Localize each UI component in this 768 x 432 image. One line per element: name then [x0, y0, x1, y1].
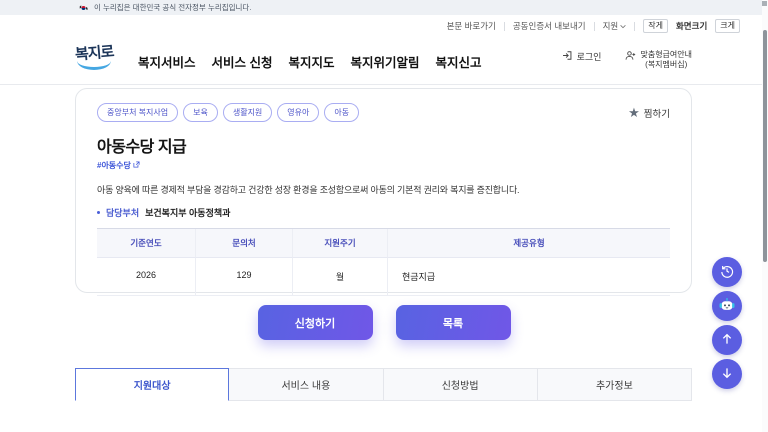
nav-item-service-apply[interactable]: 서비스 신청	[212, 52, 273, 71]
nav-item-welfare-crisis-alert[interactable]: 복지위기알림	[351, 52, 420, 71]
col-header-provision-type: 제공유형	[387, 229, 670, 258]
col-header-base-year: 기준연도	[97, 229, 195, 258]
korean-flag-icon	[78, 4, 89, 12]
tag-chip-living-support[interactable]: 생활지원	[223, 103, 272, 122]
arrow-up-icon	[719, 331, 735, 350]
bullet-dot	[97, 211, 100, 214]
tag-chip-child[interactable]: 아동	[324, 103, 359, 122]
chevron-down-icon	[620, 21, 626, 31]
font-smaller-button[interactable]: 작게	[643, 19, 668, 33]
service-summary-card: 중앙부처 복지사업 보육 생활지원 영유아 아동 ★ 찜하기 아동수당 지급 #…	[75, 88, 692, 293]
divider	[634, 22, 635, 31]
tab-extra-info[interactable]: 추가정보	[537, 368, 692, 401]
cell-base-year: 2026	[97, 258, 195, 296]
cert-export-link[interactable]: 공동인증서 내보내기	[513, 20, 586, 32]
header-divider	[0, 84, 768, 85]
tag-chip-infant[interactable]: 영유아	[277, 103, 319, 122]
arrow-down-icon	[719, 365, 735, 384]
login-arrow-icon	[562, 50, 573, 63]
divider	[504, 22, 505, 31]
service-info-table: 기준연도 문의처 지원주기 제공유형 2026 129 월 현금지급	[97, 228, 670, 296]
table-row: 2026 129 월 현금지급	[97, 258, 670, 296]
chatbot-button[interactable]	[712, 291, 742, 321]
tag-chips-row: 중앙부처 복지사업 보육 생활지원 영유아 아동 ★ 찜하기	[97, 103, 670, 122]
divider	[594, 22, 595, 31]
logo-smile-swoosh	[77, 59, 111, 70]
col-header-contact: 문의처	[195, 229, 292, 258]
membership-line2: (복지멤버십)	[640, 60, 692, 70]
favorite-button[interactable]: ★ 찜하기	[628, 106, 670, 120]
external-link-icon	[133, 161, 140, 170]
scrollbar-corner	[762, 1, 767, 6]
recent-history-button[interactable]	[712, 257, 742, 287]
apply-button[interactable]: 신청하기	[258, 305, 373, 340]
cell-contact: 129	[195, 258, 292, 296]
tag-chip-central-gov[interactable]: 중앙부처 복지사업	[97, 103, 178, 122]
utility-bar: 본문 바로가기 공동인증서 내보내기 지원 작게 화면크기 크게	[447, 19, 740, 33]
tab-service-content[interactable]: 서비스 내용	[228, 368, 383, 401]
star-icon: ★	[628, 106, 640, 119]
login-button[interactable]: 로그인	[562, 50, 602, 63]
nav-item-welfare-report[interactable]: 복지신고	[436, 52, 482, 71]
history-clock-icon	[719, 263, 735, 282]
tab-support-target[interactable]: 지원대상	[75, 368, 229, 401]
support-menu[interactable]: 지원	[603, 20, 627, 32]
nav-item-welfare-services[interactable]: 복지서비스	[138, 52, 196, 71]
font-larger-button[interactable]: 크게	[715, 19, 740, 33]
table-header-row: 기준연도 문의처 지원주기 제공유형	[97, 229, 670, 258]
service-title: 아동수당 지급	[97, 133, 670, 157]
floating-buttons	[712, 257, 742, 389]
membership-benefit-link[interactable]: 맞춤형급여안내 (복지멤버십)	[625, 50, 692, 70]
scrollbar-thumb[interactable]	[763, 30, 767, 262]
robot-face-icon	[718, 296, 736, 317]
cell-provision-type: 현금지급	[387, 258, 670, 296]
service-description: 아동 양육에 따른 경제적 부담을 경감하고 건강한 성장 환경을 조성함으로써…	[97, 183, 670, 196]
list-button[interactable]: 목록	[396, 305, 511, 340]
dept-line: 담당부처 보건복지부 아동정책과	[97, 206, 670, 219]
support-label: 지원	[603, 20, 619, 32]
membership-line1: 맞춤형급여안내	[640, 50, 692, 60]
person-plus-icon	[625, 50, 636, 63]
skip-to-content-link[interactable]: 본문 바로가기	[447, 20, 496, 32]
dept-label: 담당부처	[106, 206, 139, 219]
membership-text: 맞춤형급여안내 (복지멤버십)	[640, 50, 692, 70]
cell-support-cycle: 월	[292, 258, 387, 296]
tag-chip-childcare[interactable]: 보육	[183, 103, 218, 122]
favorite-label: 찜하기	[644, 106, 670, 120]
bokjiro-welfare-detail-page: 이 누리집은 대한민국 공식 전자정부 누리집입니다. 본문 바로가기 공동인증…	[0, 0, 768, 432]
dept-value: 보건복지부 아동정책과	[145, 206, 230, 219]
header-right: 로그인 맞춤형급여안내 (복지멤버십)	[562, 50, 692, 70]
main-nav: 복지서비스 서비스 신청 복지지도 복지위기알림 복지신고	[138, 52, 482, 71]
col-header-support-cycle: 지원주기	[292, 229, 387, 258]
gov-banner-text: 이 누리집은 대한민국 공식 전자정부 누리집입니다.	[94, 2, 251, 13]
detail-tabs: 지원대상 서비스 내용 신청방법 추가정보	[75, 368, 692, 401]
font-size-label: 화면크기	[676, 20, 707, 32]
gov-banner: 이 누리집은 대한민국 공식 전자정부 누리집입니다.	[0, 0, 768, 15]
tab-apply-method[interactable]: 신청방법	[383, 368, 538, 401]
hashtag-link[interactable]: #아동수당	[97, 160, 670, 171]
login-label: 로그인	[577, 50, 602, 63]
bokjiro-logo[interactable]: 복지로	[75, 42, 121, 76]
nav-item-welfare-map[interactable]: 복지지도	[289, 52, 335, 71]
site-header: 복지로 복지서비스 서비스 신청 복지지도 복지위기알림 복지신고 로그인	[0, 36, 768, 84]
scroll-bottom-button[interactable]	[712, 359, 742, 389]
scroll-top-button[interactable]	[712, 325, 742, 355]
hashtag-text: #아동수당	[97, 160, 131, 171]
action-buttons: 신청하기 목록	[0, 305, 768, 340]
